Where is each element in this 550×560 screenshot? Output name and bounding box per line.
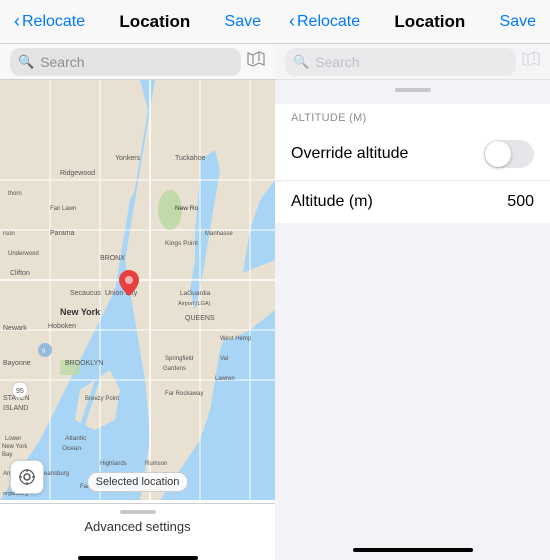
right-chevron-left-icon: ‹ <box>289 11 295 32</box>
home-indicator-left <box>78 556 198 560</box>
altitude-section: ALTITUDE (M) Override altitude Altitude … <box>275 104 550 223</box>
svg-text:Lower: Lower <box>5 436 21 442</box>
svg-text:BRONX: BRONX <box>100 255 125 262</box>
right-panel: ‹ Relocate Location Save 🔍 Search ALTITU… <box>275 0 550 560</box>
svg-text:Kings Point: Kings Point <box>165 240 198 247</box>
svg-text:Gardens: Gardens <box>163 366 186 372</box>
left-save-button[interactable]: Save <box>225 13 261 31</box>
svg-text:Val: Val <box>220 356 228 362</box>
svg-text:Keansburg: Keansburg <box>40 471 69 477</box>
selected-location-badge: Selected location <box>87 472 189 492</box>
svg-text:Yonkers: Yonkers <box>115 155 141 162</box>
right-drag-indicator <box>275 80 550 96</box>
svg-text:Tuckahoe: Tuckahoe <box>175 155 206 162</box>
svg-text:New Ro: New Ro <box>175 205 199 212</box>
drag-handle-icon <box>120 510 156 514</box>
altitude-label: Altitude (m) <box>291 193 373 211</box>
location-button[interactable] <box>10 460 44 494</box>
svg-text:Springfield: Springfield <box>165 356 193 362</box>
svg-text:thorn: thorn <box>8 191 22 197</box>
svg-text:Breezy Point: Breezy Point <box>85 396 119 402</box>
location-pin <box>119 270 139 296</box>
svg-text:Lawren: Lawren <box>215 376 235 382</box>
right-search-inner: 🔍 Search <box>285 48 516 76</box>
svg-text:Ridgewood: Ridgewood <box>60 170 95 177</box>
svg-text:Bay: Bay <box>2 452 12 458</box>
override-altitude-row[interactable]: Override altitude <box>275 128 550 181</box>
svg-text:Manhasse: Manhasse <box>205 231 233 237</box>
svg-text:Clifton: Clifton <box>10 270 30 277</box>
left-nav-bar: ‹ Relocate Location Save <box>0 0 275 44</box>
map-view-icon[interactable] <box>247 51 265 72</box>
svg-text:QUEENS: QUEENS <box>185 315 215 322</box>
left-panel: ‹ Relocate Location Save 🔍 Search <box>0 0 275 560</box>
right-bottom-area <box>275 223 550 560</box>
right-search-bar: 🔍 Search <box>275 44 550 80</box>
svg-text:Parama: Parama <box>50 230 75 237</box>
left-search-inner[interactable]: 🔍 Search <box>10 48 241 76</box>
svg-text:rson: rson <box>3 231 15 237</box>
svg-text:New York: New York <box>60 307 101 317</box>
right-nav-bar: ‹ Relocate Location Save <box>275 0 550 44</box>
altitude-value-row: Altitude (m) 500 <box>275 181 550 223</box>
svg-text:Underwood: Underwood <box>8 251 39 257</box>
svg-text:Ocean: Ocean <box>62 445 82 452</box>
left-back-button[interactable]: ‹ Relocate <box>14 11 85 32</box>
right-search-icon: 🔍 <box>293 54 309 70</box>
left-search-placeholder: Search <box>40 54 84 70</box>
right-back-button[interactable]: ‹ Relocate <box>289 11 360 32</box>
left-back-label: Relocate <box>22 13 85 31</box>
home-indicator-right <box>353 548 473 552</box>
altitude-value: 500 <box>507 193 534 211</box>
svg-text:ISLAND: ISLAND <box>3 405 28 412</box>
svg-text:Bayonne: Bayonne <box>3 360 31 367</box>
svg-text:95: 95 <box>16 388 24 395</box>
left-nav-title: Location <box>119 12 190 32</box>
advanced-settings-label: Advanced settings <box>84 519 190 534</box>
svg-text:Hoboken: Hoboken <box>48 323 76 330</box>
right-back-label: Relocate <box>297 13 360 31</box>
toggle-knob <box>485 141 511 167</box>
svg-text:Secaucus: Secaucus <box>70 290 101 297</box>
svg-text:West Hemp: West Hemp <box>220 336 252 342</box>
altitude-section-label: ALTITUDE (M) <box>275 104 550 128</box>
svg-text:Highlands: Highlands <box>100 461 127 467</box>
svg-text:New York: New York <box>2 444 28 450</box>
search-icon: 🔍 <box>18 54 34 70</box>
svg-text:Newark: Newark <box>3 325 27 332</box>
svg-text:Atlantic: Atlantic <box>65 435 87 442</box>
svg-text:Fair Lawn: Fair Lawn <box>50 206 76 212</box>
override-altitude-label: Override altitude <box>291 145 408 163</box>
chevron-left-icon: ‹ <box>14 11 20 32</box>
map-area[interactable]: Ridgewood Yonkers Tuckahoe thorn Fair La… <box>0 80 275 550</box>
svg-text:LaGuardia: LaGuardia <box>180 290 211 297</box>
right-nav-title: Location <box>394 12 465 32</box>
right-map-icon <box>522 51 540 72</box>
svg-text:Rumson: Rumson <box>145 461 167 467</box>
advanced-settings-area[interactable]: Advanced settings <box>0 503 275 550</box>
selected-location-text: Selected location <box>96 476 180 488</box>
right-drag-handle-icon <box>395 88 431 92</box>
right-save-button[interactable]: Save <box>500 13 536 31</box>
svg-text:Airport (LGA): Airport (LGA) <box>178 301 211 307</box>
left-search-bar: 🔍 Search <box>0 44 275 80</box>
override-altitude-toggle[interactable] <box>484 140 534 168</box>
svg-text:Far Rockaway: Far Rockaway <box>165 391 203 397</box>
right-search-placeholder: Search <box>315 54 359 70</box>
svg-text:BROOKLYN: BROOKLYN <box>65 360 103 367</box>
